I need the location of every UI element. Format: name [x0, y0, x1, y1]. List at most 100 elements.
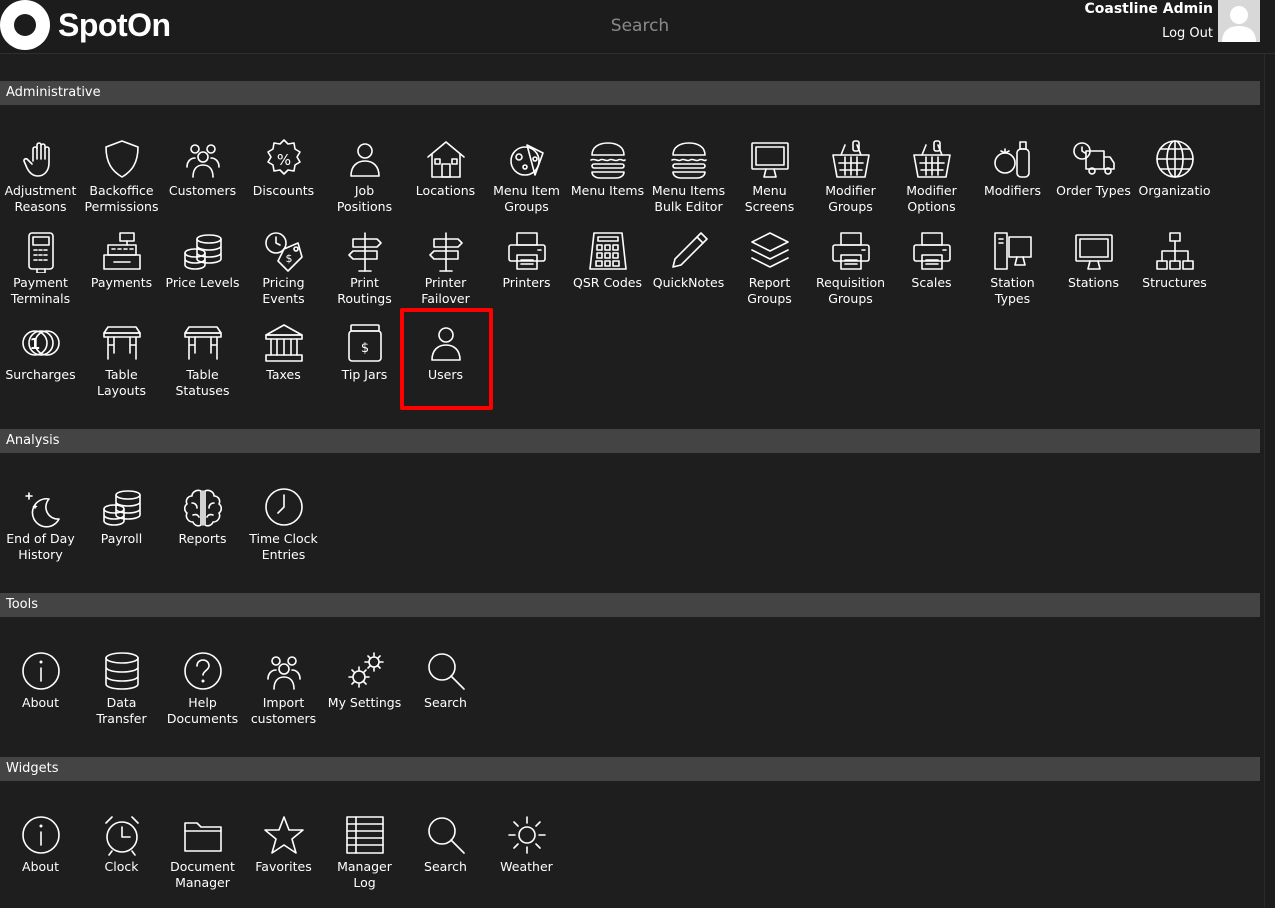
avatar[interactable] [1218, 0, 1260, 42]
tile-menu-items[interactable]: Menu Items [567, 137, 648, 227]
tile-job-positions[interactable]: Job Positions [324, 137, 405, 227]
tile-scales[interactable]: Scales [891, 229, 972, 319]
tile-qsr-codes[interactable]: QSR Codes [567, 229, 648, 319]
tile-taxes[interactable]: Taxes [243, 321, 324, 411]
tile-payments[interactable]: Payments [81, 229, 162, 319]
tile-users[interactable]: Users [405, 321, 486, 411]
tile-menu-item-groups[interactable]: Menu Item Groups [486, 137, 567, 227]
clock-icon [262, 485, 306, 529]
tile-adjustment-reasons[interactable]: Adjustment Reasons [0, 137, 81, 227]
coin-stack-icon [181, 229, 225, 273]
cash-register-icon [100, 229, 144, 273]
tile-about[interactable]: About [0, 649, 81, 739]
page-scrollbar[interactable] [1264, 54, 1275, 908]
tile-reports[interactable]: Reports [162, 485, 243, 575]
svg-text:$: $ [286, 252, 293, 265]
desktop-tower-icon [991, 229, 1035, 273]
tile-structures[interactable]: Structures [1134, 229, 1215, 319]
tile-label: Locations [415, 183, 476, 198]
tile-label: Menu Items [570, 183, 645, 198]
house-icon [424, 137, 468, 181]
food-plate-icon [505, 137, 549, 181]
tile-requisition-groups[interactable]: Requisition Groups [810, 229, 891, 319]
alarm-clock-icon [100, 813, 144, 857]
tile-label: Discounts [252, 183, 315, 198]
tile-data-transfer[interactable]: Data Transfer [81, 649, 162, 739]
tile-document-manager[interactable]: Document Manager [162, 813, 243, 903]
gears-icon [343, 649, 387, 693]
tile-label: Report Groups [747, 275, 792, 306]
tile-organizatio[interactable]: Organizatio [1134, 137, 1215, 227]
sun-icon [505, 813, 549, 857]
tile-report-groups[interactable]: Report Groups [729, 229, 810, 319]
tile-backoffice-permissions[interactable]: Backoffice Permissions [81, 137, 162, 227]
layers-icon [748, 229, 792, 273]
tile-modifier-groups[interactable]: Modifier Groups [810, 137, 891, 227]
tile-search[interactable]: Search [405, 649, 486, 739]
tile-favorites[interactable]: Favorites [243, 813, 324, 903]
hand-icon [19, 137, 63, 181]
tile-clock[interactable]: Clock [81, 813, 162, 903]
brain-icon [181, 485, 225, 529]
tile-pricing-events[interactable]: $ Pricing Events [243, 229, 324, 319]
tile-label: Organizatio [1138, 183, 1211, 198]
tile-import-customers[interactable]: Import customers [243, 649, 324, 739]
tile-table-layouts[interactable]: Table Layouts [81, 321, 162, 411]
shield-icon [100, 137, 144, 181]
tile-label: Stations [1068, 275, 1119, 290]
tile-label: Adjustment Reasons [4, 183, 77, 214]
tile-menu-screens[interactable]: Menu Screens [729, 137, 810, 227]
tile-menu-items-bulk-editor[interactable]: Menu Items Bulk Editor [648, 137, 729, 227]
top-bar: SpotOn Coastline Admin Log Out [0, 0, 1275, 54]
tile-weather[interactable]: Weather [486, 813, 567, 903]
logo-text: SpotOn [58, 6, 171, 43]
tile-stations[interactable]: Stations [1053, 229, 1134, 319]
monitor-icon [1072, 229, 1116, 273]
tile-order-types[interactable]: Order Types [1053, 137, 1134, 227]
tile-quicknotes[interactable]: QuickNotes [648, 229, 729, 319]
tile-about[interactable]: About [0, 813, 81, 903]
printer-icon [505, 229, 549, 273]
tile-surcharges[interactable]: 1 Surcharges [0, 321, 81, 411]
signpost-icon [343, 229, 387, 273]
tile-help-documents[interactable]: Help Documents [162, 649, 243, 739]
tile-modifiers[interactable]: Modifiers [972, 137, 1053, 227]
tile-print-routings[interactable]: Print Routings [324, 229, 405, 319]
tile-manager-log[interactable]: Manager Log [324, 813, 405, 903]
magnifier-icon [424, 649, 468, 693]
tile-end-of-day-history[interactable]: End of Day History [0, 485, 81, 575]
tile-label: Weather [500, 859, 553, 874]
tile-discounts[interactable]: % Discounts [243, 137, 324, 227]
tile-label: Backoffice Permissions [84, 183, 159, 214]
tile-modifier-options[interactable]: Modifier Options [891, 137, 972, 227]
tile-label: QuickNotes [652, 275, 725, 290]
svg-text:1: 1 [30, 335, 40, 353]
tile-printer-failover[interactable]: Printer Failover [405, 229, 486, 319]
delivery-truck-icon [1072, 137, 1116, 181]
tile-label: Payroll [100, 531, 143, 546]
tile-label: Order Types [1056, 183, 1131, 198]
tile-station-types[interactable]: Station Types [972, 229, 1053, 319]
tile-tip-jars[interactable]: $ Tip Jars [324, 321, 405, 411]
tile-label: Customers [168, 183, 237, 198]
magnifier-icon [424, 813, 468, 857]
tile-locations[interactable]: Locations [405, 137, 486, 227]
bank-icon [262, 321, 306, 365]
tile-payment-terminals[interactable]: Payment Terminals [0, 229, 81, 319]
tile-customers[interactable]: Customers [162, 137, 243, 227]
tile-my-settings[interactable]: My Settings [324, 649, 405, 739]
tile-label: My Settings [327, 695, 402, 710]
coin-stack-icon [100, 485, 144, 529]
tile-search[interactable]: Search [405, 813, 486, 903]
tile-price-levels[interactable]: Price Levels [162, 229, 243, 319]
tile-time-clock-entries[interactable]: Time Clock Entries [243, 485, 324, 575]
tile-label: Users [427, 367, 463, 382]
tile-payroll[interactable]: Payroll [81, 485, 162, 575]
tile-table-statuses[interactable]: Table Statuses [162, 321, 243, 411]
spoton-logo[interactable]: SpotOn [0, 0, 171, 50]
printer-icon [829, 229, 873, 273]
tile-label: About [22, 859, 59, 874]
logout-link[interactable]: Log Out [1162, 26, 1213, 41]
tile-printers[interactable]: Printers [486, 229, 567, 319]
search-input[interactable] [540, 16, 740, 36]
